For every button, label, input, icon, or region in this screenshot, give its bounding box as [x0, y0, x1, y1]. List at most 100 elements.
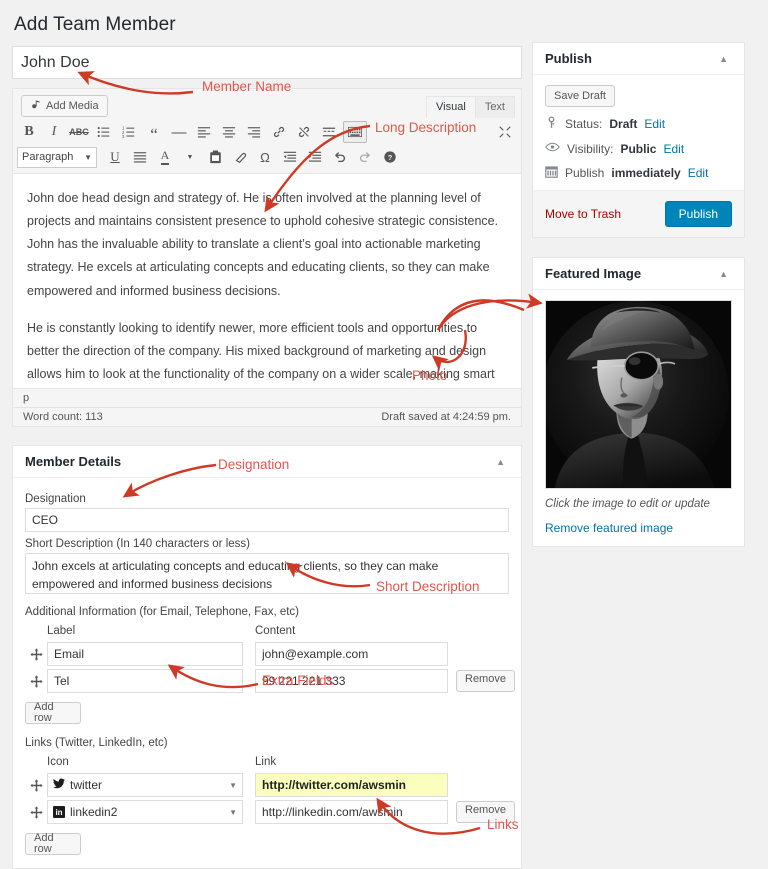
additional-content-input[interactable]: [255, 642, 448, 666]
toolbar-row-2: Paragraph ▼ U A ▼ Ω ?: [13, 146, 521, 173]
toolbar-toggle-icon[interactable]: [343, 121, 367, 143]
add-row-button-additional[interactable]: Add row: [25, 702, 81, 724]
underline-icon[interactable]: U: [103, 146, 127, 168]
add-media-button[interactable]: Add Media: [21, 95, 108, 117]
visibility-edit-link[interactable]: Edit: [663, 142, 684, 156]
chevron-up-icon[interactable]: ▲: [492, 455, 509, 469]
drag-handle-icon[interactable]: [25, 805, 47, 819]
chevron-down-icon: ▼: [229, 780, 237, 790]
link-icon-label: linkedin2: [70, 805, 118, 819]
row-label-cell: [47, 669, 243, 693]
additional-label-input[interactable]: [47, 642, 243, 666]
publish-footer: Move to Trash Publish: [533, 190, 744, 238]
save-draft-button[interactable]: Save Draft: [545, 85, 615, 107]
text-color-chevron-icon[interactable]: ▼: [178, 146, 202, 168]
bold-icon[interactable]: B: [17, 121, 41, 143]
table-row: twitter ▼: [25, 773, 509, 797]
numbered-list-icon[interactable]: 123: [117, 121, 141, 143]
main-column: Add Team Member Add Media Visual: [12, 10, 522, 869]
remove-featured-image-link[interactable]: Remove featured image: [545, 521, 732, 535]
paste-as-text-icon[interactable]: [203, 146, 227, 168]
publish-panel: Publish ▲ Save Draft Status: Draft Edit: [532, 42, 745, 239]
paragraph-format-value: Paragraph: [22, 151, 74, 163]
align-center-icon[interactable]: [217, 121, 241, 143]
insert-more-icon[interactable]: [317, 121, 341, 143]
clear-formatting-icon[interactable]: [228, 146, 252, 168]
remove-row-button[interactable]: Remove: [456, 801, 515, 823]
publish-button[interactable]: Publish: [664, 201, 732, 228]
links-headers: Icon Link: [25, 756, 509, 770]
tab-visual[interactable]: Visual: [426, 96, 476, 118]
post-editor: Add Media Visual Text B I ABC 123 “ — Pa…: [12, 88, 522, 427]
remove-row-button[interactable]: Remove: [456, 670, 515, 692]
status-prefix: Status:: [565, 117, 603, 131]
word-count: Word count: 113: [23, 411, 103, 423]
drag-handle-icon[interactable]: [25, 674, 47, 688]
member-details-panel: Member Details ▲ Designation Short Descr…: [12, 445, 522, 869]
chevron-up-icon[interactable]: ▲: [715, 52, 732, 66]
help-icon[interactable]: ?: [378, 146, 402, 168]
remove-link-icon[interactable]: [292, 121, 316, 143]
publish-header: Publish ▲: [533, 43, 744, 75]
redo-icon[interactable]: [353, 146, 377, 168]
align-justify-icon[interactable]: [128, 146, 152, 168]
decrease-indent-icon[interactable]: [278, 146, 302, 168]
table-row: [25, 642, 509, 666]
additional-info-label: Additional Information (for Email, Telep…: [25, 606, 300, 618]
bulleted-list-icon[interactable]: [92, 121, 116, 143]
editor-content[interactable]: John doe head design and strategy of. He…: [12, 174, 522, 389]
schedule-prefix: Publish: [565, 166, 605, 180]
featured-image-panel: Featured Image ▲ Click the image to edit…: [532, 257, 745, 548]
post-title-input[interactable]: [12, 46, 522, 79]
chevron-down-icon: ▼: [84, 152, 92, 162]
designation-input[interactable]: [25, 508, 509, 532]
paragraph-format-select[interactable]: Paragraph ▼: [17, 146, 97, 168]
row-content-cell: [255, 669, 448, 693]
chevron-up-icon[interactable]: ▲: [715, 267, 732, 281]
publish-title: Publish: [545, 51, 592, 66]
member-details-header: Member Details ▲: [13, 446, 521, 478]
text-color-icon[interactable]: A: [153, 146, 177, 168]
schedule-edit-link[interactable]: Edit: [688, 166, 709, 180]
special-character-icon[interactable]: Ω: [253, 146, 277, 168]
column-header-icon: Icon: [47, 756, 69, 768]
sidebar-column: Publish ▲ Save Draft Status: Draft Edit: [532, 10, 745, 869]
page-title: Add Team Member: [14, 14, 176, 35]
link-url-input[interactable]: [255, 773, 448, 797]
additional-label-input[interactable]: [47, 669, 243, 693]
link-icon-select[interactable]: twitter ▼: [47, 773, 243, 797]
twitter-icon: [53, 778, 65, 792]
increase-indent-icon[interactable]: [303, 146, 327, 168]
featured-image-body: Click the image to edit or update Remove…: [533, 290, 744, 535]
table-row: in linkedin2 ▼ Remove: [25, 800, 515, 824]
featured-image-thumbnail[interactable]: [545, 300, 732, 490]
links-label: Links (Twitter, LinkedIn, etc): [25, 737, 168, 749]
status-edit-link[interactable]: Edit: [644, 117, 665, 131]
row-link-cell: [255, 773, 448, 797]
tab-text[interactable]: Text: [474, 96, 515, 118]
toolbar-row-1: B I ABC 123 “ —: [13, 118, 521, 146]
horizontal-rule-icon[interactable]: —: [167, 121, 191, 143]
visibility-prefix: Visibility:: [567, 141, 614, 156]
link-url-input[interactable]: [255, 800, 448, 824]
add-row-button-links[interactable]: Add row: [25, 833, 81, 855]
move-to-trash-link[interactable]: Move to Trash: [545, 207, 621, 221]
short-description-textarea[interactable]: [25, 553, 509, 594]
align-right-icon[interactable]: [242, 121, 266, 143]
editor-element-path: p: [12, 389, 522, 408]
column-header-link: Link: [255, 756, 277, 768]
additional-content-input[interactable]: [255, 669, 448, 693]
visibility-value: Public: [620, 141, 657, 156]
drag-handle-icon[interactable]: [25, 778, 47, 792]
row-link-cell: [255, 800, 448, 824]
status-value: Draft: [609, 117, 638, 131]
distraction-free-icon[interactable]: [493, 121, 517, 143]
blockquote-icon[interactable]: “: [142, 121, 166, 143]
insert-link-icon[interactable]: [267, 121, 291, 143]
italic-icon[interactable]: I: [42, 121, 66, 143]
link-icon-select[interactable]: in linkedin2 ▼: [47, 800, 243, 824]
strikethrough-icon[interactable]: ABC: [67, 121, 91, 143]
undo-icon[interactable]: [328, 146, 352, 168]
align-left-icon[interactable]: [192, 121, 216, 143]
drag-handle-icon[interactable]: [25, 647, 47, 661]
